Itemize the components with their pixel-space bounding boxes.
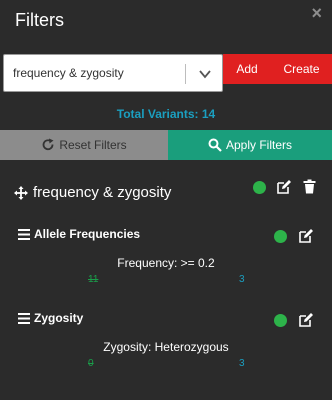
filter-group-name: frequency & zygosity: [33, 184, 172, 201]
edit-icon[interactable]: [277, 179, 292, 194]
reset-filters-button[interactable]: Reset Filters: [0, 130, 168, 160]
close-icon[interactable]: ×: [311, 3, 322, 24]
apply-filters-button[interactable]: Apply Filters: [168, 130, 332, 160]
search-icon: [208, 138, 222, 152]
count-after: 3: [239, 358, 245, 369]
filter-select-value: frequency & zygosity: [13, 66, 124, 80]
filter-item-header: Allele Frequencies: [18, 227, 140, 241]
count-before: 11: [88, 274, 99, 285]
filter-description: Frequency: >= 0.2: [117, 256, 215, 270]
move-icon[interactable]: [14, 185, 28, 200]
group-status-dot: [253, 181, 266, 194]
edit-icon[interactable]: [299, 228, 314, 243]
chevron-down-icon[interactable]: [198, 67, 212, 81]
filters-panel: Filters × frequency & zygosity Add Creat…: [0, 0, 332, 400]
filter-status-dot: [274, 314, 287, 327]
add-button[interactable]: Add: [223, 54, 271, 84]
count-before: 0: [88, 358, 94, 369]
select-separator: [185, 64, 186, 84]
count-after: 3: [239, 274, 245, 285]
filter-status-dot: [274, 230, 287, 243]
create-button[interactable]: Create: [271, 54, 332, 84]
reset-filters-label: Reset Filters: [59, 138, 127, 152]
filter-item-name: Allele Frequencies: [34, 227, 141, 241]
edit-icon[interactable]: [299, 312, 314, 327]
filter-select[interactable]: frequency & zygosity: [3, 54, 223, 92]
filter-group-header: frequency & zygosity: [14, 184, 171, 201]
filter-item-name: Zygosity: [34, 311, 84, 325]
refresh-icon: [42, 138, 54, 151]
filter-item-header: Zygosity: [18, 311, 83, 325]
trash-icon[interactable]: [303, 179, 316, 194]
apply-filters-label: Apply Filters: [225, 138, 293, 152]
bars-icon: [18, 228, 30, 240]
bars-icon: [18, 312, 30, 324]
total-variants: Total Variants: 14: [116, 107, 216, 121]
panel-title: Filters: [15, 10, 64, 30]
filter-description: Zygosity: Heterozygous: [103, 340, 229, 354]
